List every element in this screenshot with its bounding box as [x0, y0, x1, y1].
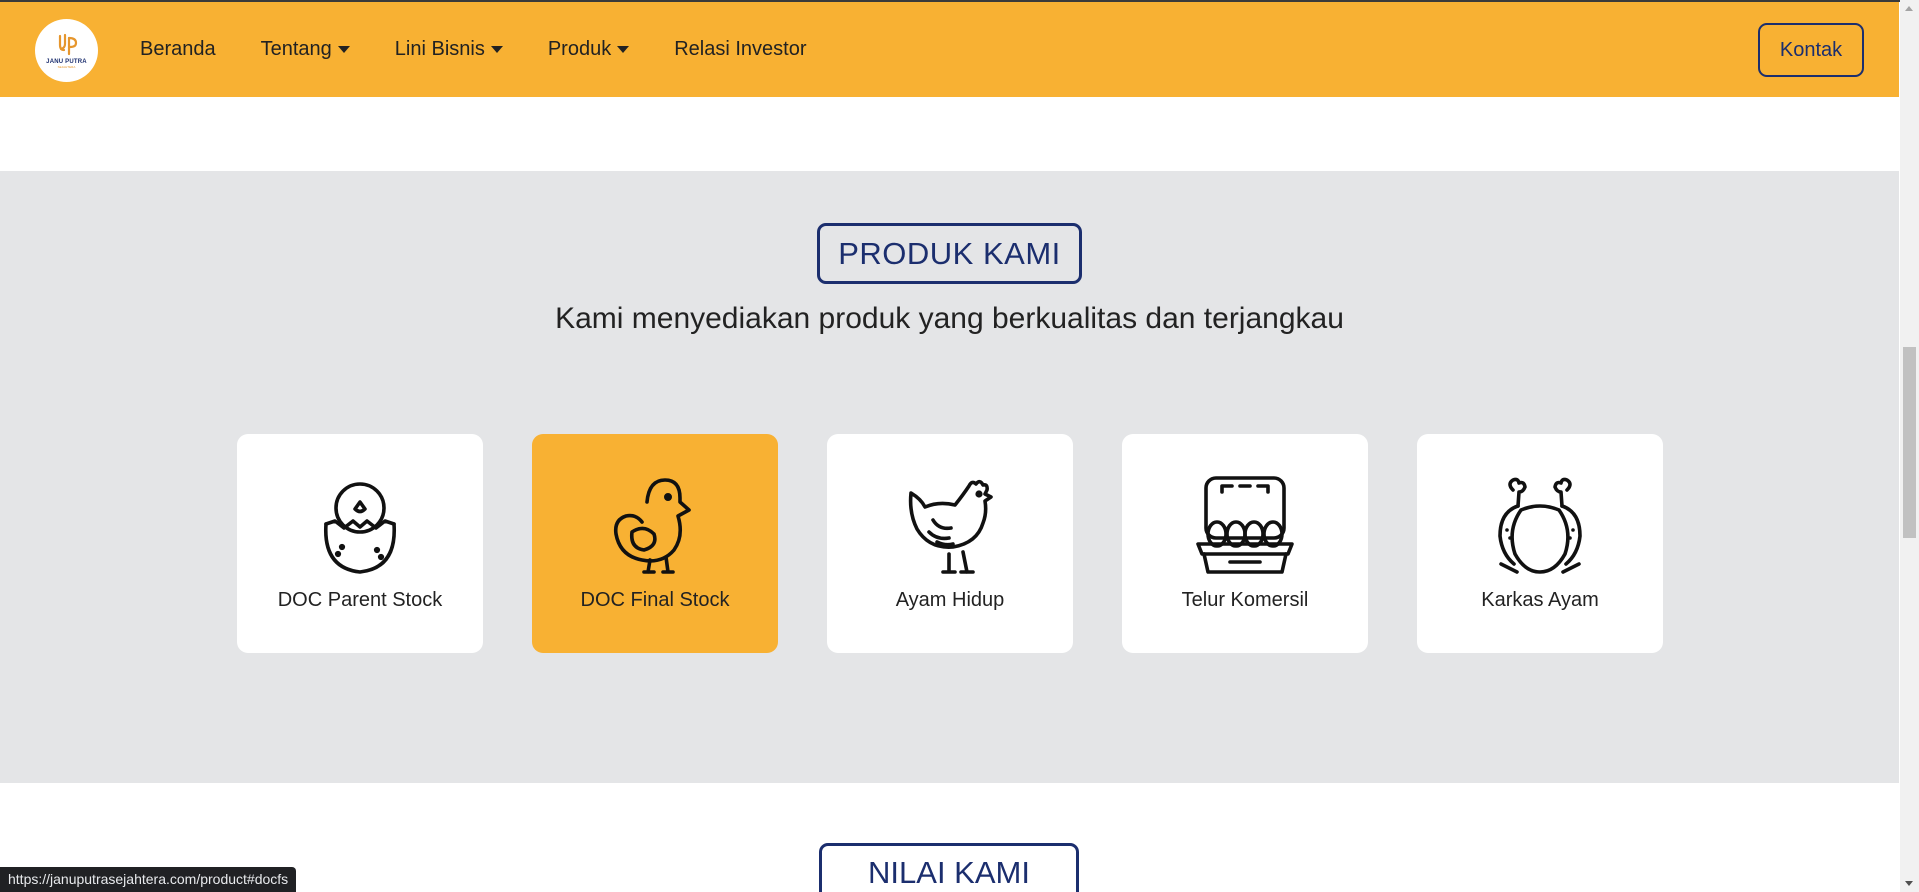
nav-item-label: Lini Bisnis: [394, 38, 485, 60]
products-section-subtitle: Kami menyediakan produk yang berkualitas…: [555, 302, 1344, 335]
hen-icon: [908, 479, 993, 574]
link-status-bar: https://januputrasejahtera.com/product#d…: [0, 867, 297, 892]
contact-button[interactable]: Kontak: [1758, 23, 1864, 77]
navbar: JANU PUTRA SEJAHTERA Beranda Tentang Lin…: [0, 2, 1899, 97]
nav-item-label: Tentang: [260, 38, 332, 60]
products-section-badge: PRODUK KAMI: [817, 223, 1082, 284]
logo-subtitle: SEJAHTERA: [57, 65, 76, 69]
product-card-telur-komersil[interactable]: Telur Komersil: [1122, 434, 1368, 653]
product-label: DOC Parent Stock: [277, 589, 443, 611]
page: JANU PUTRA SEJAHTERA Beranda Tentang Lin…: [0, 0, 1919, 892]
nav-item-tentang[interactable]: Tentang: [261, 38, 350, 61]
egg-carton-icon: [1196, 476, 1294, 574]
page-scrollbar[interactable]: [1900, 0, 1919, 892]
product-label: Ayam Hidup: [895, 589, 1005, 611]
nav-item-produk[interactable]: Produk: [547, 38, 630, 61]
product-card-karkas-ayam[interactable]: Karkas Ayam: [1417, 434, 1663, 653]
nav-item-label: Beranda: [140, 38, 216, 60]
logo-mark-icon: [58, 33, 77, 56]
product-label: DOC Final Stock: [580, 589, 730, 611]
nav-item-label: Relasi Investor: [674, 38, 807, 60]
hatching-chick-icon: [324, 482, 396, 574]
product-label: Karkas Ayam: [1481, 589, 1599, 611]
values-section-badge: NILAI KAMI: [819, 843, 1079, 892]
roast-chicken-icon: [1498, 477, 1582, 574]
scroll-up-arrow-icon[interactable]: [1905, 6, 1913, 11]
product-card-doc-final-stock[interactable]: DOC Final Stock: [532, 434, 778, 653]
main-nav: Beranda Tentang Lini Bisnis Produk Relas…: [140, 2, 852, 97]
caret-down-icon: [337, 46, 350, 53]
nav-item-label: Produk: [547, 38, 612, 60]
scrollbar-thumb[interactable]: [1903, 347, 1916, 538]
scroll-down-arrow-icon[interactable]: [1905, 881, 1913, 886]
chick-icon: [613, 478, 691, 574]
product-card-doc-parent-stock[interactable]: DOC Parent Stock: [237, 434, 483, 653]
products-section: PRODUK KAMI Kami menyediakan produk yang…: [0, 171, 1899, 783]
product-card-ayam-hidup[interactable]: Ayam Hidup: [827, 434, 1073, 653]
product-label: Telur Komersil: [1181, 589, 1309, 611]
nav-item-relasi-investor[interactable]: Relasi Investor: [674, 38, 806, 61]
nav-item-beranda[interactable]: Beranda: [140, 38, 216, 61]
nav-item-lini-bisnis[interactable]: Lini Bisnis: [395, 38, 503, 61]
site-logo[interactable]: JANU PUTRA SEJAHTERA: [35, 19, 98, 82]
caret-down-icon: [617, 46, 630, 53]
caret-down-icon: [490, 46, 503, 53]
